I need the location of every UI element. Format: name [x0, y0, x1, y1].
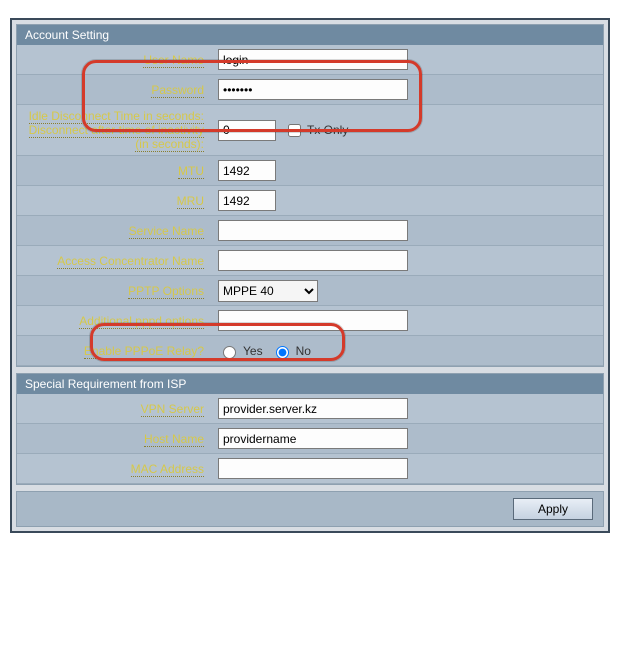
footer-bar: Apply — [16, 491, 604, 527]
tx-only-checkbox[interactable] — [288, 124, 301, 137]
access-concentrator-label: Access Concentrator Name — [57, 254, 204, 269]
isp-header: Special Requirement from ISP — [17, 374, 603, 394]
mru-label: MRU — [177, 194, 204, 209]
idle-disconnect-input[interactable] — [218, 120, 276, 141]
row-pppoe-relay: Enable PPPoE Relay? Yes No — [17, 336, 603, 366]
password-label: Password — [151, 83, 204, 98]
idle-disconnect-label: Idle Disconnect Time in seconds: Disconn… — [29, 109, 204, 152]
apply-button[interactable]: Apply — [513, 498, 593, 520]
vpn-server-input[interactable] — [218, 398, 408, 419]
password-input[interactable] — [218, 79, 408, 100]
row-mru: MRU — [17, 186, 603, 216]
isp-panel: Special Requirement from ISP VPN Server … — [16, 373, 604, 485]
account-setting-header: Account Setting — [17, 25, 603, 45]
row-password: Password — [17, 75, 603, 105]
account-setting-panel: Account Setting User Name Password Idle … — [16, 24, 604, 367]
user-name-label: User Name — [143, 53, 204, 68]
host-name-input[interactable] — [218, 428, 408, 449]
pptp-options-select[interactable]: MPPE 40 — [218, 280, 318, 302]
row-additional-pppd: Additional pppd options — [17, 306, 603, 336]
row-pptp-options: PPTP Options MPPE 40 — [17, 276, 603, 306]
pppoe-relay-label: Enable PPPoE Relay? — [84, 344, 204, 359]
tx-only-label: Tx Only — [307, 123, 348, 137]
row-mtu: MTU — [17, 156, 603, 186]
additional-pppd-input[interactable] — [218, 310, 408, 331]
settings-frame: Account Setting User Name Password Idle … — [10, 18, 610, 533]
mac-address-label: MAC Address — [131, 462, 204, 477]
mru-input[interactable] — [218, 190, 276, 211]
user-name-input[interactable] — [218, 49, 408, 70]
row-vpn-server: VPN Server — [17, 394, 603, 424]
row-user-name: User Name — [17, 45, 603, 75]
relay-yes-radio[interactable] — [223, 346, 236, 359]
host-name-label: Host Name — [144, 432, 204, 447]
service-name-input[interactable] — [218, 220, 408, 241]
relay-no-radio[interactable] — [276, 346, 289, 359]
row-service-name: Service Name — [17, 216, 603, 246]
mtu-input[interactable] — [218, 160, 276, 181]
pptp-options-label: PPTP Options — [128, 284, 204, 299]
mtu-label: MTU — [178, 164, 204, 179]
vpn-server-label: VPN Server — [141, 402, 204, 417]
row-access-concentrator: Access Concentrator Name — [17, 246, 603, 276]
row-mac-address: MAC Address — [17, 454, 603, 484]
relay-no-label: No — [296, 344, 311, 358]
mac-address-input[interactable] — [218, 458, 408, 479]
row-host-name: Host Name — [17, 424, 603, 454]
relay-yes-label: Yes — [243, 344, 263, 358]
access-concentrator-input[interactable] — [218, 250, 408, 271]
row-idle-disconnect: Idle Disconnect Time in seconds: Disconn… — [17, 105, 603, 156]
additional-pppd-label: Additional pppd options — [79, 314, 204, 329]
service-name-label: Service Name — [129, 224, 204, 239]
